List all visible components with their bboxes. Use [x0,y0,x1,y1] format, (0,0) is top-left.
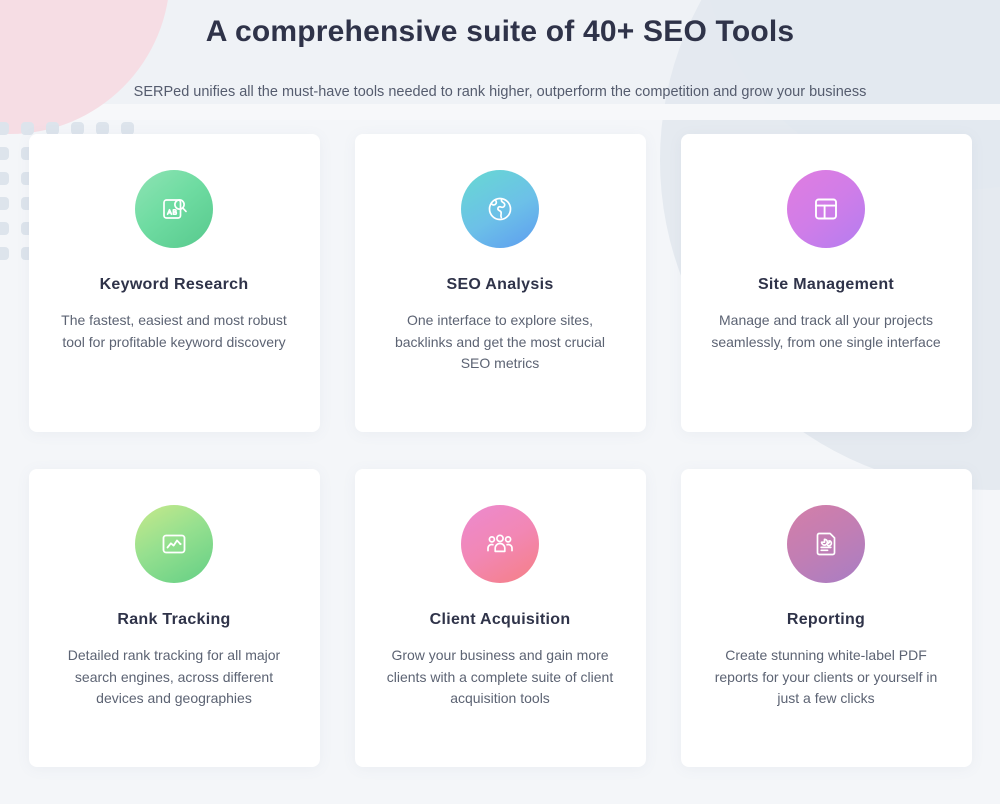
globe-analysis-icon [461,170,539,248]
feature-description: The fastest, easiest and most robust too… [61,312,287,350]
feature-card[interactable]: Site Management Manage and track all you… [680,134,972,432]
feature-card[interactable]: Rank Tracking Detailed rank tracking for… [28,469,320,767]
feature-title: Site Management [757,276,895,293]
feature-card[interactable]: Client Acquisition Grow your business an… [354,469,646,767]
feature-description: One interface to explore sites, backlink… [394,312,606,371]
keyword-research-icon [135,170,213,248]
feature-title: Client Acquisition [429,611,571,628]
layout-grid-icon [787,170,865,248]
features-section: A comprehensive suite of 40+ SEO Tools S… [0,0,1000,804]
feature-title: SEO Analysis [446,276,554,293]
feature-description: Grow your business and gain more clients… [386,647,614,706]
line-chart-icon [135,505,213,583]
page-subtitle: SERPed unifies all the must-have tools n… [133,84,867,100]
feature-title: Reporting [786,611,866,628]
feature-description: Detailed rank tracking for all major sea… [67,647,281,706]
feature-card[interactable]: Keyword Research The fastest, easiest an… [28,134,320,432]
feature-title: Keyword Research [99,276,249,293]
users-group-icon [461,505,539,583]
feature-card[interactable]: Reporting Create stunning white-label PD… [680,469,972,767]
report-document-icon [787,505,865,583]
feature-title: Rank Tracking [117,611,231,628]
feature-description: Manage and track all your projects seaml… [711,312,941,350]
feature-description: Create stunning white-label PDF reports … [714,647,938,706]
feature-card-grid: Keyword Research The fastest, easiest an… [28,134,972,767]
feature-card[interactable]: SEO Analysis One interface to explore si… [354,134,646,432]
page-title: A comprehensive suite of 40+ SEO Tools [205,15,795,48]
